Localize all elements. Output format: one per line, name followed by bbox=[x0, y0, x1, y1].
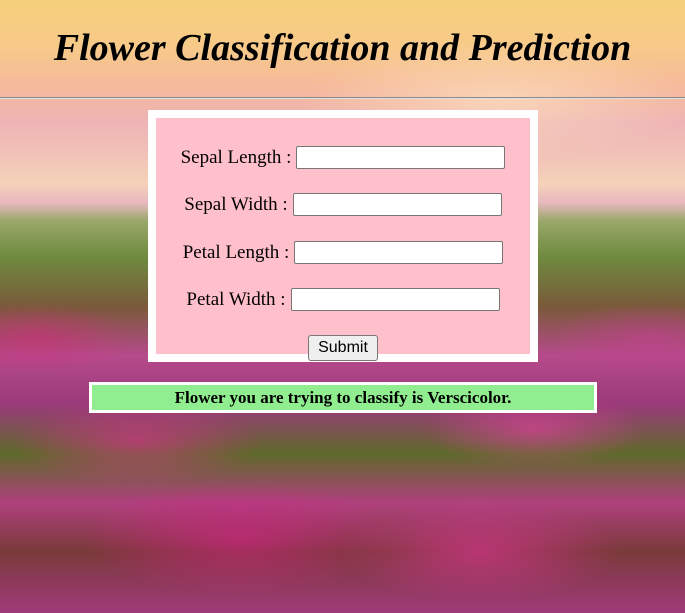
sepal-length-label: Sepal Length : bbox=[180, 146, 292, 168]
prediction-result: Flower you are trying to classify is Ver… bbox=[89, 382, 597, 413]
sepal-length-input[interactable] bbox=[296, 146, 506, 169]
sepal-length-row: Sepal Length : bbox=[156, 146, 530, 169]
header-divider bbox=[0, 97, 685, 99]
petal-length-label: Petal Length : bbox=[182, 241, 290, 263]
sepal-width-row: Sepal Width : bbox=[156, 193, 530, 216]
flower-form: Sepal Length : Sepal Width : Petal Lengt… bbox=[156, 118, 530, 361]
petal-width-input[interactable] bbox=[290, 288, 500, 311]
flower-form-container: Sepal Length : Sepal Width : Petal Lengt… bbox=[148, 110, 538, 362]
submit-row: Submit bbox=[156, 335, 530, 361]
sepal-width-label: Sepal Width : bbox=[184, 193, 288, 215]
page-title: Flower Classification and Prediction bbox=[53, 27, 632, 69]
sepal-width-input[interactable] bbox=[292, 193, 502, 216]
petal-length-input[interactable] bbox=[294, 241, 504, 264]
petal-length-row: Petal Length : bbox=[156, 241, 530, 264]
submit-button[interactable]: Submit bbox=[308, 335, 378, 361]
petal-width-label: Petal Width : bbox=[186, 288, 286, 310]
page-body: { "header": { "title": "Flower Classific… bbox=[0, 0, 685, 613]
petal-width-row: Petal Width : bbox=[156, 288, 530, 311]
